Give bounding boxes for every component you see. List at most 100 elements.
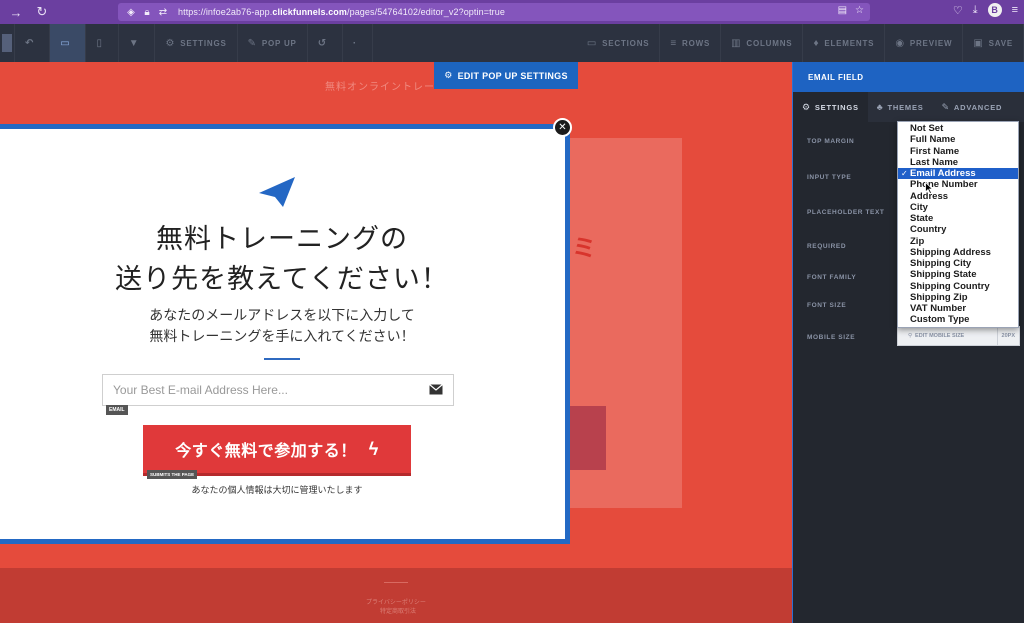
menu-icon[interactable]: ≡: [1012, 4, 1018, 16]
input-type-label: INPUT TYPE: [807, 174, 852, 181]
top-margin-label: TOP MARGIN: [807, 138, 855, 145]
dropdown-option[interactable]: Shipping Address: [898, 247, 1018, 258]
pointer-icon: ▼: [128, 37, 140, 49]
code-icon: ·: [352, 37, 358, 49]
wrench-icon: ✎: [941, 101, 950, 112]
lightning-icon: ϟ: [368, 438, 379, 459]
submit-button[interactable]: 今すぐ無料で参加する！ ϟ: [143, 425, 411, 476]
popup-button[interactable]: ✎ POP UP: [238, 24, 308, 62]
undo-icon: ↶: [25, 37, 35, 49]
save-icon: ▣: [973, 37, 984, 49]
mobile-size-value: 20PX: [996, 327, 1019, 345]
back-icon[interactable]: →: [6, 2, 26, 22]
reload-icon[interactable]: ↻: [32, 2, 52, 22]
palette-icon: ♣: [876, 102, 884, 112]
permissions-icon: ⇄: [158, 6, 168, 18]
dropdown-option[interactable]: State: [898, 213, 1018, 224]
panel-tabs: ⚙ SETTINGS ♣ THEMES ✎ ADVANCED: [793, 92, 1024, 122]
canvas-footer: プライバシーポリシー 特定商取引法: [0, 568, 792, 623]
privacy-note: あなたの個人情報は大切に管理いたします: [191, 485, 363, 495]
legal-notice-link[interactable]: 特定商取引法: [380, 606, 416, 615]
dropdown-option[interactable]: Last Name: [898, 157, 1018, 168]
dropdown-option[interactable]: City: [898, 202, 1018, 213]
dropdown-option[interactable]: Shipping Country: [898, 281, 1018, 292]
editor-toolbar: ↶ ▭ ▯ ▼ ⚙ SETTINGS ✎ POP UP ↺ · ▭ SECTIONS …: [0, 24, 1024, 62]
popup-subtitle-line2: 無料トレーニングを手に入れてください！: [149, 328, 415, 344]
dropdown-option[interactable]: Full Name: [898, 134, 1018, 145]
profile-avatar[interactable]: B: [987, 3, 1002, 17]
elements-icon: ♦: [813, 37, 820, 49]
canvas-heading-fragment: ミ: [572, 235, 596, 262]
url-text: https://infoe2ab76-app.clickfunnels.com/…: [178, 7, 505, 17]
elements-button[interactable]: ♦ ELEMENTS: [803, 24, 886, 62]
settings-button[interactable]: ⚙ SETTINGS: [155, 24, 238, 62]
tab-themes[interactable]: ♣ THEMES: [868, 92, 933, 122]
dropdown-option[interactable]: Shipping State: [898, 269, 1018, 280]
edit-popup-settings-button[interactable]: ⚙ EDIT POP UP SETTINGS: [434, 62, 578, 89]
canvas-headline: 無料オンライントレー: [325, 82, 435, 93]
dropdown-option[interactable]: Zip: [898, 236, 1018, 247]
address-bar[interactable]: ◈ 🔒︎ ⇄ https://infoe2ab76-app.clickfunne…: [118, 3, 870, 21]
sections-icon: ▭: [586, 37, 598, 49]
shield-icon: ◈: [127, 6, 135, 18]
edit-icon: ✎: [247, 37, 257, 49]
font-size-label: FONT SIZE: [807, 302, 847, 309]
code-button[interactable]: ·: [343, 24, 374, 62]
tab-advanced[interactable]: ✎ ADVANCED: [933, 92, 1012, 122]
preview-button[interactable]: ◉ PREVIEW: [885, 24, 964, 62]
required-label: REQUIRED: [807, 243, 847, 250]
reader-icon[interactable]: ▤: [838, 5, 847, 16]
envelope-icon: [429, 384, 443, 395]
dropdown-option[interactable]: Phone Number: [898, 179, 1018, 190]
email-input[interactable]: Your Best E-mail Address Here...: [102, 374, 454, 406]
font-family-label: FONT FAMILY: [807, 274, 857, 281]
columns-button[interactable]: ▥ COLUMNS: [721, 24, 804, 62]
columns-icon: ▥: [731, 37, 742, 49]
panel-title: EMAIL FIELD: [793, 62, 1024, 92]
gear-icon: ⚙: [802, 101, 811, 112]
dropdown-option[interactable]: Shipping Zip: [898, 292, 1018, 303]
bookmark-star-icon[interactable]: ☆: [855, 5, 864, 16]
mobile-icon: ▯: [96, 37, 103, 49]
dropdown-option[interactable]: Shipping City: [898, 258, 1018, 269]
dropdown-option[interactable]: Email Address: [898, 168, 1018, 180]
canvas-button-fragment: [570, 406, 606, 470]
rows-icon: ≡: [670, 37, 678, 49]
save-button[interactable]: ▣ SAVE: [963, 24, 1024, 62]
dropdown-option[interactable]: First Name: [898, 146, 1018, 157]
dropdown-option[interactable]: Not Set: [898, 123, 1018, 134]
submit-element-tag: SUBMITS THE PAGE: [147, 470, 198, 479]
close-popup-icon[interactable]: ✕: [553, 118, 572, 137]
history-button[interactable]: ↺: [308, 24, 343, 62]
download-icon[interactable]: ⤓: [973, 4, 978, 17]
footer-divider: [384, 582, 408, 583]
popup-title-line1: 無料トレーニングの: [156, 224, 408, 254]
mouse-cursor-icon: [925, 182, 933, 194]
popup-subtitle-line1: あなたのメールアドレスを以下に入力して: [149, 307, 415, 323]
dropdown-option[interactable]: Address: [898, 191, 1018, 202]
optin-popup: 無料トレーニングの 送り先を教えてください！ あなたのメールアドレスを以下に入力…: [0, 124, 570, 544]
edit-mobile-size-button[interactable]: ⚲ EDIT MOBILE SIZE 20PX: [897, 326, 1020, 346]
browser-bar: → ↻ ◈ 🔒︎ ⇄ https://infoe2ab76-app.clickf…: [0, 0, 1024, 24]
link-icon: ⚲: [908, 333, 913, 339]
logo: [0, 24, 15, 62]
placeholder-text-label: PLACEHOLDER TEXT: [807, 209, 885, 216]
privacy-policy-link[interactable]: プライバシーポリシー: [366, 597, 426, 606]
gear-icon: ⚙: [444, 70, 453, 80]
pocket-icon[interactable]: ♡: [953, 4, 963, 17]
dropdown-option[interactable]: VAT Number: [898, 303, 1018, 314]
tab-settings[interactable]: ⚙ SETTINGS: [793, 92, 868, 122]
mobile-view-button[interactable]: ▯: [86, 24, 119, 62]
history-icon: ↺: [317, 37, 327, 49]
dropdown-option[interactable]: Country: [898, 224, 1018, 235]
email-element-tag: EMAIL: [106, 405, 128, 415]
sections-button[interactable]: ▭ SECTIONS: [577, 24, 661, 62]
rows-button[interactable]: ≡ ROWS: [660, 24, 722, 62]
dropdown-option[interactable]: Custom Type: [898, 314, 1018, 325]
undo-button[interactable]: ↶: [15, 24, 51, 62]
sliders-icon: ⚙: [165, 37, 176, 49]
pointer-button[interactable]: ▼: [119, 24, 156, 62]
input-type-dropdown[interactable]: Not SetFull NameFirst NameLast NameEmail…: [897, 121, 1019, 328]
desktop-view-button[interactable]: ▭: [50, 24, 87, 62]
paper-plane-icon: [259, 177, 295, 207]
